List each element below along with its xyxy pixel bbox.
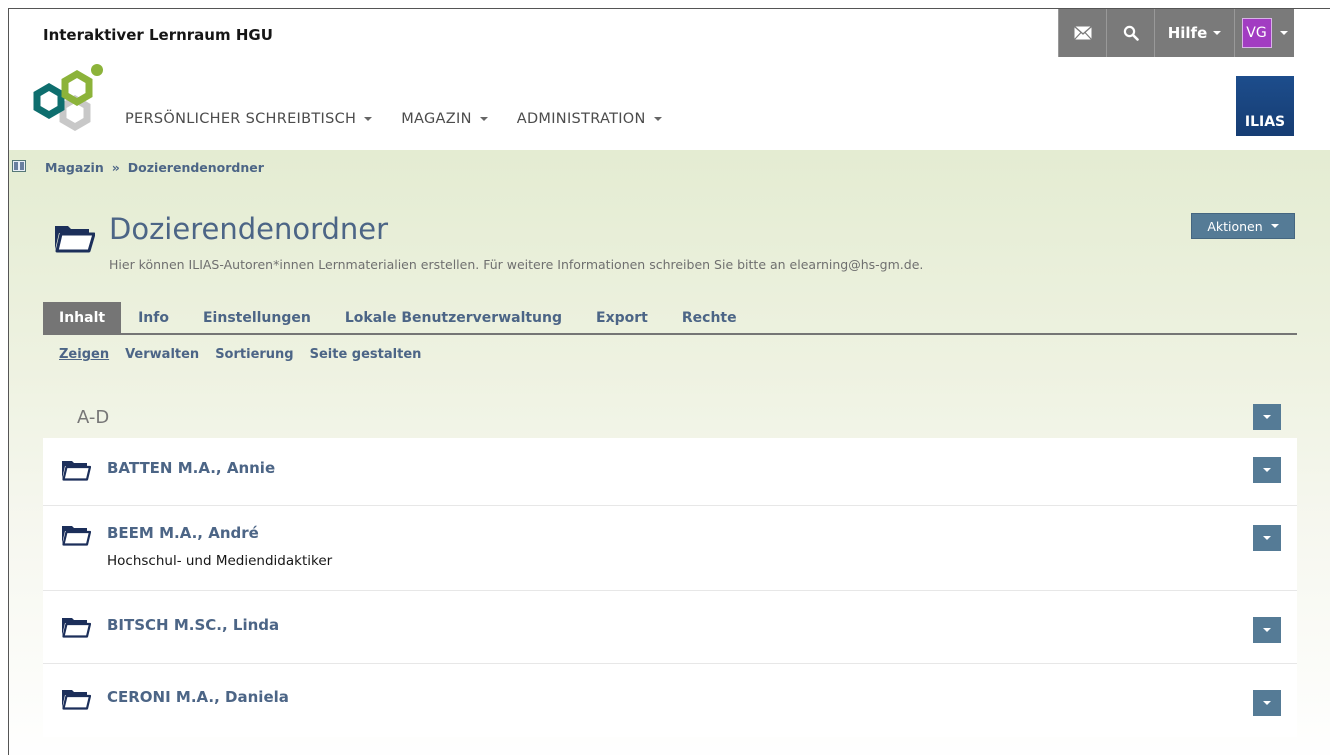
mail-button[interactable] [1058, 9, 1106, 57]
main-navigation: PERSÖNLICHER SCHREIBTISCH MAGAZIN ADMINI… [125, 111, 662, 127]
tree-toggle-icon[interactable] [12, 160, 26, 172]
nav-personal-desktop[interactable]: PERSÖNLICHER SCHREIBTISCH [125, 111, 373, 127]
list-item: CERONI M.A., Daniela [43, 664, 1297, 737]
item-actions-button[interactable] [1253, 617, 1281, 643]
tab-bar: Inhalt Info Einstellungen Lokale Benutze… [43, 302, 1297, 335]
chevron-down-icon [364, 117, 373, 121]
tab-info[interactable]: Info [121, 302, 186, 333]
search-button[interactable] [1106, 9, 1154, 57]
nav-repository[interactable]: MAGAZIN [401, 111, 488, 127]
tab-einstellungen[interactable]: Einstellungen [186, 302, 328, 333]
tab-inhalt[interactable]: Inhalt [43, 302, 122, 333]
site-logo[interactable] [23, 59, 113, 139]
item-title[interactable]: BEEM M.A., André [107, 524, 259, 542]
nav-label: PERSÖNLICHER SCHREIBTISCH [125, 111, 357, 127]
chevron-down-icon [1279, 31, 1288, 35]
item-title[interactable]: BITSCH M.SC., Linda [107, 616, 279, 634]
list-item: BEEM M.A., André Hochschul- und Mediendi… [43, 506, 1297, 591]
avatar: VG [1241, 18, 1272, 48]
item-actions-button[interactable] [1253, 525, 1281, 551]
actions-button[interactable]: Aktionen [1191, 213, 1295, 239]
chevron-down-icon [1263, 415, 1271, 419]
subtab-verwalten[interactable]: Verwalten [125, 347, 199, 362]
chevron-down-icon [1263, 468, 1271, 472]
item-description: Hochschul- und Mediendidaktiker [107, 553, 333, 569]
subtab-seite-gestalten[interactable]: Seite gestalten [310, 347, 422, 362]
nav-administration[interactable]: ADMINISTRATION [517, 111, 662, 127]
search-icon [1123, 25, 1139, 41]
item-title[interactable]: CERONI M.A., Daniela [107, 688, 289, 706]
chevron-down-icon [1263, 628, 1271, 632]
group-label: A-D [77, 406, 110, 428]
help-label: Hilfe [1167, 24, 1208, 42]
tab-lokale-benutzerverwaltung[interactable]: Lokale Benutzerverwaltung [328, 302, 579, 333]
breadcrumb-separator: » [111, 160, 120, 175]
list-item: BITSCH M.SC., Linda [43, 591, 1297, 664]
breadcrumb-item-magazin[interactable]: Magazin [45, 160, 104, 175]
page-title: Dozierendenordner [109, 212, 389, 246]
item-actions-button[interactable] [1253, 457, 1281, 483]
chevron-down-icon [479, 117, 488, 121]
item-list: BATTEN M.A., Annie BEEM M.A., André Hoch… [43, 438, 1297, 737]
folder-icon [61, 459, 92, 485]
mail-icon [1073, 26, 1092, 40]
chevron-down-icon [1263, 701, 1271, 705]
folder-icon [61, 524, 92, 550]
breadcrumb-item-current[interactable]: Dozierendenordner [128, 160, 264, 175]
tab-export[interactable]: Export [579, 302, 665, 333]
group-actions-button[interactable] [1253, 404, 1281, 430]
chevron-down-icon [1270, 224, 1279, 228]
help-menu-button[interactable]: Hilfe [1154, 9, 1234, 57]
subtab-bar: Zeigen Verwalten Sortierung Seite gestal… [59, 347, 421, 362]
chevron-down-icon [1263, 536, 1271, 540]
item-actions-button[interactable] [1253, 690, 1281, 716]
browser-frame: Interaktiver Lernraum HGU Hilfe VG PERSÖ… [8, 8, 1330, 755]
list-item: BATTEN M.A., Annie [43, 438, 1297, 506]
folder-icon [53, 223, 96, 257]
main-content: Magazin » Dozierendenordner Dozierendeno… [9, 150, 1330, 755]
folder-icon [61, 688, 92, 714]
subtab-sortierung[interactable]: Sortierung [215, 347, 293, 362]
site-title[interactable]: Interaktiver Lernraum HGU [43, 26, 273, 44]
nav-label: MAGAZIN [401, 111, 472, 127]
actions-label: Aktionen [1207, 218, 1263, 234]
page-description: Hier können ILIAS-Autoren*innen Lernmate… [109, 257, 924, 272]
ilias-logo[interactable]: ILIAS [1236, 76, 1294, 136]
group-header: A-D [43, 396, 1297, 438]
item-title[interactable]: BATTEN M.A., Annie [107, 459, 275, 477]
folder-icon [61, 616, 92, 642]
chevron-down-icon [653, 117, 662, 121]
hgu-logo-icon [33, 64, 103, 132]
tab-rechte[interactable]: Rechte [665, 302, 754, 333]
nav-label: ADMINISTRATION [516, 111, 646, 127]
top-toolbar: Hilfe VG [1058, 9, 1294, 57]
subtab-zeigen[interactable]: Zeigen [59, 347, 109, 362]
chevron-down-icon [1213, 31, 1222, 35]
user-menu-button[interactable]: VG [1234, 9, 1294, 57]
breadcrumb: Magazin » Dozierendenordner [45, 160, 264, 175]
